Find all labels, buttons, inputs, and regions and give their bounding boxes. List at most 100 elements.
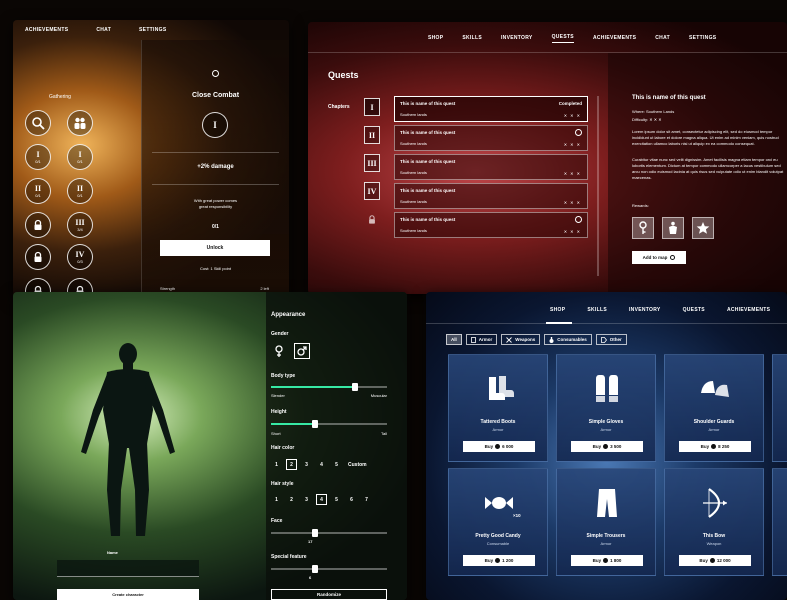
face-slider[interactable] (271, 529, 387, 537)
gender-male-button[interactable] (294, 343, 310, 359)
hair-style-option-selected[interactable]: 4 (316, 494, 327, 505)
special-feature-slider[interactable] (271, 565, 387, 573)
nav-shop[interactable]: SHOP (550, 307, 565, 313)
buy-button[interactable]: Buy 8 250 (679, 441, 751, 452)
coin-icon (603, 558, 609, 563)
nav-quests[interactable]: QUESTS (683, 307, 705, 313)
hair-style-option[interactable]: 1 (271, 494, 282, 505)
hair-color-option[interactable]: 5 (331, 459, 342, 470)
hair-style-option[interactable]: 7 (361, 494, 372, 505)
buy-button[interactable]: Buy 1 800 (571, 555, 643, 566)
shop-item-card[interactable]: Tattered Boots Armor Buy 6 000 (448, 354, 548, 462)
nav-inventory[interactable]: INVENTORY (501, 35, 533, 41)
nav-settings[interactable]: SETTINGS (139, 27, 166, 33)
skill-bonus: +2% damage (197, 164, 234, 170)
filter-weapons[interactable]: Weapons (501, 334, 541, 345)
chapter-1[interactable]: I (364, 98, 380, 116)
reward-armor[interactable] (662, 217, 684, 239)
slider-knob[interactable] (312, 529, 319, 537)
item-name: Tattered Boots (480, 419, 516, 425)
filter-other[interactable]: Other (595, 334, 627, 345)
quest-row-4[interactable]: This is name of this quest Southern land… (394, 183, 588, 209)
buy-button[interactable]: Buy 6 000 (463, 441, 535, 452)
hair-color-option-selected[interactable]: 2 (286, 459, 297, 470)
quest-detail-difficulty: Difficulty: ✕ ✕ ✕ (632, 117, 662, 122)
slider-knob[interactable] (312, 420, 319, 428)
chapter-3[interactable]: III (364, 154, 380, 172)
nav-achievements[interactable]: ACHIEVEMENTS (593, 35, 636, 41)
buy-button[interactable]: Buy 1 200 (463, 555, 535, 566)
buy-button[interactable]: Buy 3 500 (571, 441, 643, 452)
hair-style-option[interactable]: 5 (331, 494, 342, 505)
hair-style-option[interactable]: 2 (286, 494, 297, 505)
skill-node-2b[interactable]: II 0/1 (67, 178, 93, 204)
buy-label: Buy (699, 558, 708, 563)
skill-tree-label: Gathering (49, 94, 71, 100)
skill-node-search[interactable] (25, 110, 51, 136)
quest-row-1[interactable]: This is name of this quest Completed Sou… (394, 96, 588, 122)
nav-chat[interactable]: CHAT (96, 27, 111, 33)
female-symbol-icon (275, 345, 283, 357)
chapter-2[interactable]: II (364, 126, 380, 144)
hair-color-option[interactable]: 3 (301, 459, 312, 470)
chapter-4[interactable]: IV (364, 182, 380, 200)
filter-armor[interactable]: Armor (465, 334, 498, 345)
add-to-map-button[interactable]: Add to map (632, 251, 686, 264)
unlock-button[interactable]: Unlock (160, 240, 270, 256)
reward-star[interactable] (692, 217, 714, 239)
filter-consumables[interactable]: Consumables (544, 334, 592, 345)
hair-style-option[interactable]: 3 (301, 494, 312, 505)
nav-settings[interactable]: SETTINGS (689, 35, 716, 41)
nav-inventory[interactable]: INVENTORY (629, 307, 661, 313)
skill-node-4[interactable]: IV 0/3 (67, 244, 93, 270)
filter-all[interactable]: All (446, 334, 462, 345)
randomize-button[interactable]: Randomize (271, 589, 387, 600)
height-slider[interactable] (271, 420, 387, 428)
quest-list-scrollbar[interactable] (597, 96, 599, 276)
gender-female-button[interactable] (271, 343, 287, 359)
quest-check-icon (575, 129, 582, 136)
skill-node-group[interactable] (67, 110, 93, 136)
nav-shop[interactable]: SHOP (428, 35, 443, 41)
hair-color-option[interactable]: 1 (271, 459, 282, 470)
name-input[interactable] (57, 560, 199, 577)
shop-item-card[interactable]: This Bow Weapon Buy 12 000 (664, 468, 764, 576)
buy-button[interactable]: Buy 12 000 (679, 555, 751, 566)
skill-node-1a[interactable]: I 0/1 (25, 144, 51, 170)
shop-item-card[interactable]: Shoulder Guards Armor Buy 8 250 (664, 354, 764, 462)
slider-knob[interactable] (351, 383, 358, 391)
body-type-slider[interactable] (271, 383, 387, 391)
shop-item-card[interactable]: ×10 Pretty Good Candy Consumable Buy 1 20… (448, 468, 548, 576)
quest-row-2[interactable]: This is name of this quest Southern land… (394, 125, 588, 151)
face-label: Face (271, 518, 283, 524)
shop-item-card[interactable]: Simple Gloves Armor Buy 3 500 (556, 354, 656, 462)
chapter-locked[interactable] (364, 210, 380, 228)
hair-color-custom[interactable]: Custom (348, 462, 367, 468)
buy-label: Buy (592, 558, 602, 563)
create-character-button[interactable]: Create character (57, 589, 199, 600)
skill-node-1b[interactable]: I 0/1 (67, 144, 93, 170)
nav-achievements[interactable]: ACHIEVEMENTS (727, 307, 770, 313)
hair-color-option[interactable]: 4 (316, 459, 327, 470)
coin-icon (495, 558, 501, 563)
nav-achievements[interactable]: ACHIEVEMENTS (25, 27, 68, 33)
nav-skills[interactable]: SKILLS (462, 35, 482, 41)
skill-node-count: 0/1 (77, 193, 83, 198)
nav-quests[interactable]: QUESTS (551, 34, 574, 43)
nav-chat[interactable]: CHAT (655, 35, 670, 41)
shop-item-card-partial[interactable] (772, 468, 787, 576)
reward-key[interactable] (632, 217, 654, 239)
shop-item-card[interactable]: Simple Trousers Armor Buy 1 800 (556, 468, 656, 576)
item-name: This Bow (702, 533, 726, 539)
skill-node-2a[interactable]: II 0/1 (25, 178, 51, 204)
skill-node-locked-1[interactable] (25, 212, 51, 238)
shop-item-card-partial[interactable] (772, 354, 787, 462)
slider-knob[interactable] (312, 565, 319, 573)
quest-row-5[interactable]: This is name of this quest Southern land… (394, 212, 588, 238)
skill-node-count: 0/1 (35, 193, 41, 198)
nav-skills[interactable]: SKILLS (587, 307, 607, 313)
quest-row-3[interactable]: This is name of this quest Southern land… (394, 154, 588, 180)
hair-style-option[interactable]: 6 (346, 494, 357, 505)
skill-node-3[interactable]: III 3/4 (67, 212, 93, 238)
skill-node-locked-2[interactable] (25, 244, 51, 270)
